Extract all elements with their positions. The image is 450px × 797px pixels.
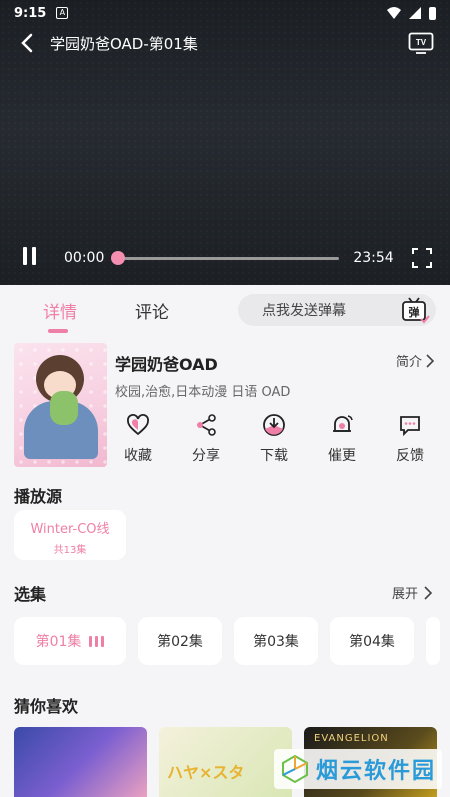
total-time: 23:54 xyxy=(353,250,394,266)
app-screen: 9:15 A 学园奶爸OAD-第01集 TV 00:00 23:54 详情 评论… xyxy=(0,0,450,797)
danmaku-input[interactable]: 点我发送弹幕 弹 xyxy=(238,294,436,326)
danmaku-placeholder: 点我发送弹幕 xyxy=(262,303,346,319)
tab-bar: 详情 评论 点我发送弹幕 弹 xyxy=(0,285,450,335)
source-item[interactable]: Winter-CO线 共13集 xyxy=(14,510,126,560)
seek-bar[interactable] xyxy=(111,250,340,265)
recommend-thumb[interactable] xyxy=(14,727,147,797)
episode-item[interactable]: 第01集 xyxy=(14,617,126,665)
episode-item[interactable]: 第03集 xyxy=(234,617,318,665)
anime-tags: 校园,治愈,日本动漫 日语 OAD xyxy=(115,385,291,400)
player-controls: 00:00 23:54 xyxy=(0,243,450,273)
download-label: 下载 xyxy=(260,448,288,464)
wifi-icon xyxy=(387,7,401,19)
feedback-icon xyxy=(400,416,420,437)
episode-item-partial[interactable] xyxy=(426,617,440,665)
download-button[interactable]: 下载 xyxy=(254,413,294,465)
chevron-right-icon xyxy=(424,585,432,600)
recommend-heading: 猜你喜欢 xyxy=(14,697,79,716)
expand-label: 展开 xyxy=(391,587,418,602)
back-arrow-icon xyxy=(21,33,33,53)
battery-icon xyxy=(429,6,436,20)
watermark-logo-icon xyxy=(281,754,308,784)
episodes-heading: 选集 xyxy=(14,585,47,604)
current-time: 00:00 xyxy=(64,250,105,266)
recommend-thumb-text: EVANGELION xyxy=(314,733,389,744)
notification-icon: A xyxy=(56,7,69,19)
share-button[interactable]: 分享 xyxy=(186,413,226,465)
fullscreen-icon[interactable] xyxy=(412,248,432,268)
feedback-label: 反馈 xyxy=(396,448,424,464)
share-label: 分享 xyxy=(192,448,220,464)
recommend-thumb[interactable]: ハヤ×スタ xyxy=(159,727,292,797)
episode-label: 第01集 xyxy=(35,634,82,650)
download-icon xyxy=(263,414,285,436)
share-icon xyxy=(197,414,216,436)
heart-icon xyxy=(127,414,149,436)
episode-item[interactable]: 第02集 xyxy=(138,617,222,665)
seek-thumb[interactable] xyxy=(111,250,126,265)
poster-baby xyxy=(50,391,78,425)
tab-comments[interactable]: 评论 xyxy=(106,298,198,323)
playing-indicator-icon xyxy=(89,635,105,647)
tab-details[interactable]: 详情 xyxy=(14,298,106,333)
anime-title: 学园奶爸OAD xyxy=(115,355,218,374)
episode-label: 第04集 xyxy=(349,634,395,650)
action-row: 收藏 分享 下载 催更 反馈 xyxy=(118,413,436,465)
episode-label: 第03集 xyxy=(253,634,299,650)
favorite-label: 收藏 xyxy=(124,448,152,464)
remind-update-label: 催更 xyxy=(328,448,356,464)
favorite-button[interactable]: 收藏 xyxy=(118,413,158,465)
episode-label: 第02集 xyxy=(157,634,203,650)
anime-info: 学园奶爸OAD 简介 校园,治愈,日本动漫 日语 OAD 收藏 分享 下载 催更… xyxy=(14,343,436,468)
status-icons xyxy=(387,6,436,20)
details-panel: 详情 评论 点我发送弹幕 弹 学园奶爸OAD 简介 校园,治愈,日本动漫 日语 … xyxy=(0,285,450,797)
pause-button[interactable] xyxy=(18,247,40,269)
chevron-right-icon xyxy=(426,353,434,368)
episode-list: 第01集 第02集 第03集 第04集 xyxy=(14,617,450,665)
pause-bar-icon xyxy=(31,247,36,265)
remind-update-button[interactable]: 催更 xyxy=(322,413,362,465)
tv-label: TV xyxy=(416,38,427,47)
player-topbar: 学园奶爸OAD-第01集 TV xyxy=(0,28,450,58)
status-time: 9:15 xyxy=(14,5,47,21)
watermark: 烟云软件园 xyxy=(273,749,442,789)
status-bar: 9:15 A xyxy=(0,0,450,26)
anime-poster[interactable] xyxy=(14,343,107,467)
pause-bar-icon xyxy=(22,247,27,265)
cast-tv-icon[interactable]: TV xyxy=(408,32,434,54)
back-button[interactable] xyxy=(16,32,38,54)
video-title: 学园奶爸OAD-第01集 xyxy=(50,34,198,53)
danmaku-glyph: 弹 xyxy=(409,305,420,319)
intro-link[interactable]: 简介 xyxy=(396,351,434,370)
bell-icon xyxy=(333,415,353,432)
source-count: 共13集 xyxy=(53,545,87,556)
expand-episodes-button[interactable]: 展开 xyxy=(392,583,432,602)
source-heading: 播放源 xyxy=(14,487,63,506)
watermark-text: 烟云软件园 xyxy=(315,759,436,784)
video-player[interactable]: 9:15 A 学园奶爸OAD-第01集 TV 00:00 23:54 xyxy=(0,0,450,285)
danmaku-toggle-icon[interactable]: 弹 xyxy=(400,296,430,324)
intro-label: 简介 xyxy=(395,355,422,370)
episode-item[interactable]: 第04集 xyxy=(330,617,414,665)
feedback-button[interactable]: 反馈 xyxy=(390,413,430,465)
source-name: Winter-CO线 xyxy=(30,522,110,537)
signal-icon xyxy=(409,7,421,19)
